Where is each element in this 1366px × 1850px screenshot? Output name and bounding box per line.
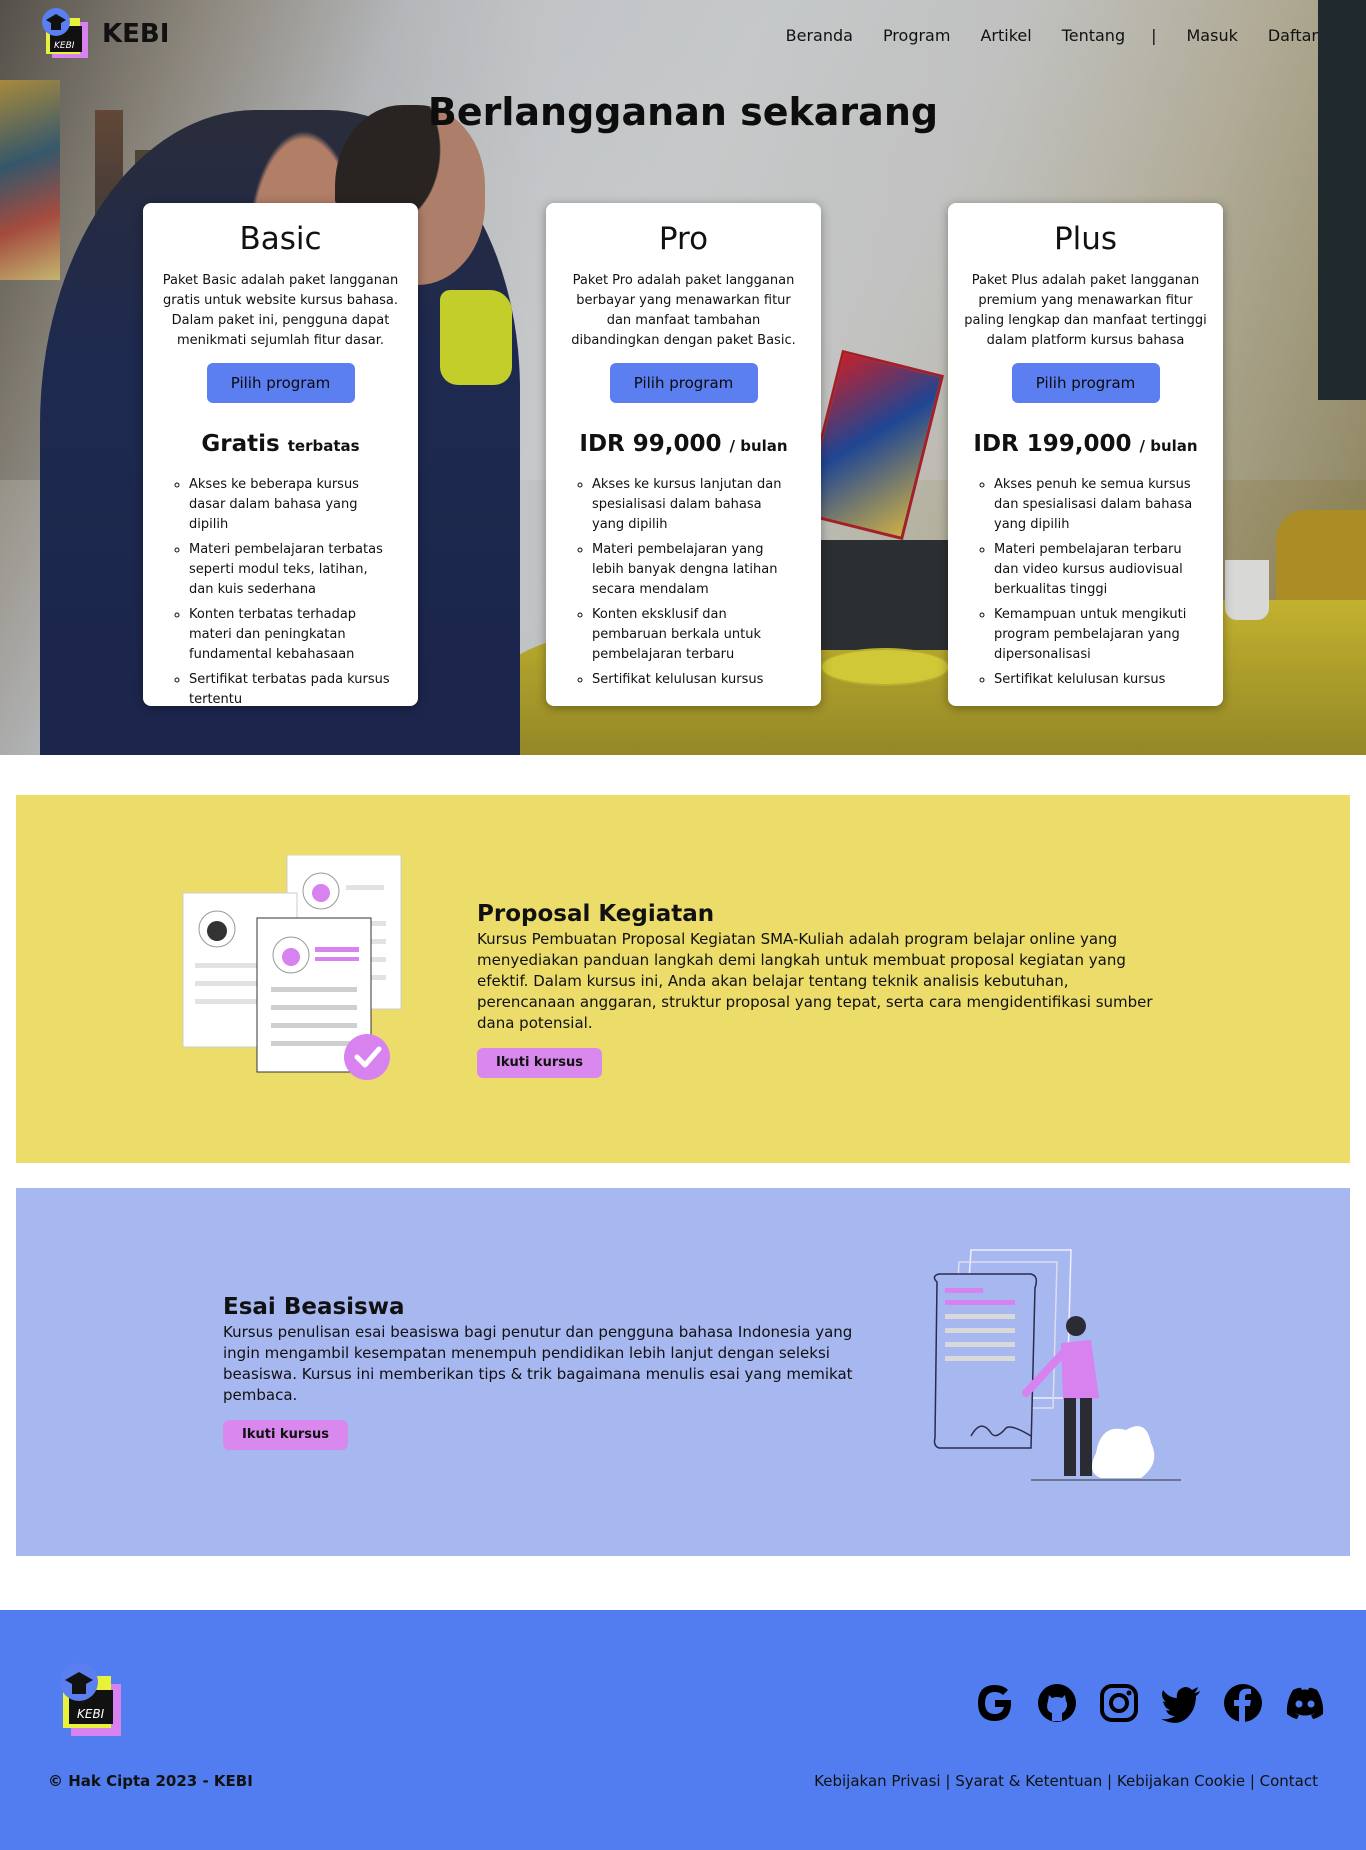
plan-price: Gratis terbatas [153, 431, 408, 457]
course-description: Kursus penulisan esai beasiswa bagi penu… [223, 1323, 853, 1404]
plan-features: Akses penuh ke semua kursus dan spesiali… [958, 475, 1213, 690]
nav-item-beranda[interactable]: Beranda [786, 26, 853, 45]
hero-title: Berlangganan sekarang [427, 90, 939, 134]
plan-feature: Materi pembelajaran terbatas seperti mod… [189, 540, 392, 600]
plan-name: Basic [239, 221, 322, 257]
plan-price-value: IDR 99,000 [579, 431, 722, 457]
instagram-icon[interactable] [1098, 1682, 1140, 1724]
course-esai-section: Esai Beasiswa Kursus penulisan esai beas… [16, 1188, 1350, 1556]
course-esai-text: Esai Beasiswa Kursus penulisan esai beas… [223, 1294, 883, 1450]
github-icon[interactable] [1036, 1682, 1078, 1724]
documents-illustration [182, 855, 402, 1080]
plan-feature: Kemampuan untuk mengikuti program pembel… [994, 605, 1197, 665]
google-icon[interactable] [974, 1682, 1016, 1724]
plan-price: IDR 199,000 / bulan [958, 431, 1213, 457]
plan-feature: Materi pembelajaran yang lebih banyak de… [592, 540, 795, 600]
nav-login[interactable]: Masuk [1187, 26, 1238, 45]
nav-item-tentang[interactable]: Tentang [1062, 26, 1125, 45]
discord-icon[interactable] [1284, 1682, 1326, 1724]
kebi-logo[interactable]: KEBI [40, 8, 92, 62]
plan-feature: Materi pembelajaran terbaru dan video ku… [994, 540, 1197, 600]
writing-person-illustration [933, 1249, 1181, 1481]
plan-feature: Akses penuh ke semua kursus dan spesiali… [994, 475, 1197, 535]
link-terms[interactable]: Syarat & Ketentuan [955, 1772, 1102, 1790]
nav-item-program[interactable]: Program [883, 26, 951, 45]
plan-features: Akses ke kursus lanjutan dan spesialisas… [556, 475, 811, 690]
course-title: Esai Beasiswa [223, 1294, 405, 1320]
social-links [974, 1682, 1326, 1724]
twitter-icon[interactable] [1160, 1682, 1202, 1724]
nav-register[interactable]: Daftar [1268, 26, 1318, 45]
footer-logo[interactable]: KEBI [55, 1662, 125, 1738]
plan-feature: Akses ke kursus lanjutan dan spesialisas… [592, 475, 795, 535]
plan-feature: Sertifikat kelulusan kursus [592, 670, 795, 690]
plan-feature: Konten terbatas terhadap materi dan peni… [189, 605, 392, 665]
svg-text:KEBI: KEBI [77, 1707, 105, 1721]
choose-plan-button[interactable]: Pilih program [206, 363, 355, 403]
course-proposal-text: Proposal Kegiatan Kursus Pembuatan Propo… [477, 901, 1167, 1078]
plan-price-value: Gratis [201, 431, 280, 457]
footer: KEBI © Hak Cipta 2023 - KEBI Kebijakan P… [0, 1610, 1366, 1850]
plan-description: Paket Basic adalah paket langganan grati… [162, 273, 399, 348]
footer-links: Kebijakan Privasi | Syarat & Ketentuan |… [814, 1772, 1318, 1790]
link-separator: | [1102, 1772, 1117, 1790]
copyright-text: © Hak Cipta 2023 - KEBI [48, 1772, 253, 1790]
plan-description: Paket Pro adalah paket langganan berbaya… [571, 273, 796, 348]
plan-feature: Sertifikat terbatas pada kursus tertentu [189, 670, 392, 710]
course-proposal-section: Proposal Kegiatan Kursus Pembuatan Propo… [16, 795, 1350, 1163]
plan-features: Akses ke beberapa kursus dasar dalam bah… [153, 475, 408, 710]
plan-description: Paket Plus adalah paket langganan premiu… [964, 273, 1207, 348]
facebook-icon[interactable] [1222, 1682, 1264, 1724]
course-title: Proposal Kegiatan [477, 901, 715, 927]
plan-name: Pro [658, 221, 709, 257]
link-separator: | [940, 1772, 956, 1790]
plan-card-plus: Plus Paket Plus adalah paket langganan p… [948, 203, 1223, 706]
plan-period: / bulan [1139, 437, 1198, 455]
plan-feature: Akses ke beberapa kursus dasar dalam bah… [189, 475, 392, 535]
plan-price-value: IDR 199,000 [973, 431, 1132, 457]
link-contact[interactable]: Contact [1260, 1772, 1318, 1790]
choose-plan-button[interactable]: Pilih program [609, 363, 758, 403]
plan-name: Plus [1053, 221, 1118, 257]
plan-price: IDR 99,000 / bulan [556, 431, 811, 457]
plan-feature: Sertifikat kelulusan kursus [994, 670, 1197, 690]
plan-feature: Konten eksklusif dan pembaruan berkala u… [592, 605, 795, 665]
choose-plan-button[interactable]: Pilih program [1011, 363, 1160, 403]
join-course-button[interactable]: Ikuti kursus [223, 1420, 348, 1450]
plan-card-basic: Basic Paket Basic adalah paket langganan… [143, 203, 418, 707]
plan-period: / bulan [729, 437, 788, 455]
nav-item-artikel[interactable]: Artikel [980, 26, 1031, 45]
nav-separator: | [1151, 26, 1157, 45]
link-cookie[interactable]: Kebijakan Cookie [1117, 1772, 1245, 1790]
top-nav: Beranda Program Artikel Tentang | Masuk … [756, 26, 1318, 45]
link-privacy[interactable]: Kebijakan Privasi [814, 1772, 940, 1790]
brand-name[interactable]: KEBI [102, 19, 169, 49]
link-separator: | [1245, 1772, 1260, 1790]
plan-period: terbatas [287, 437, 360, 455]
svg-text:KEBI: KEBI [54, 41, 75, 51]
plan-card-pro: Pro Paket Pro adalah paket langganan ber… [546, 203, 821, 706]
join-course-button[interactable]: Ikuti kursus [477, 1048, 602, 1078]
course-description: Kursus Pembuatan Proposal Kegiatan SMA-K… [477, 930, 1153, 1032]
